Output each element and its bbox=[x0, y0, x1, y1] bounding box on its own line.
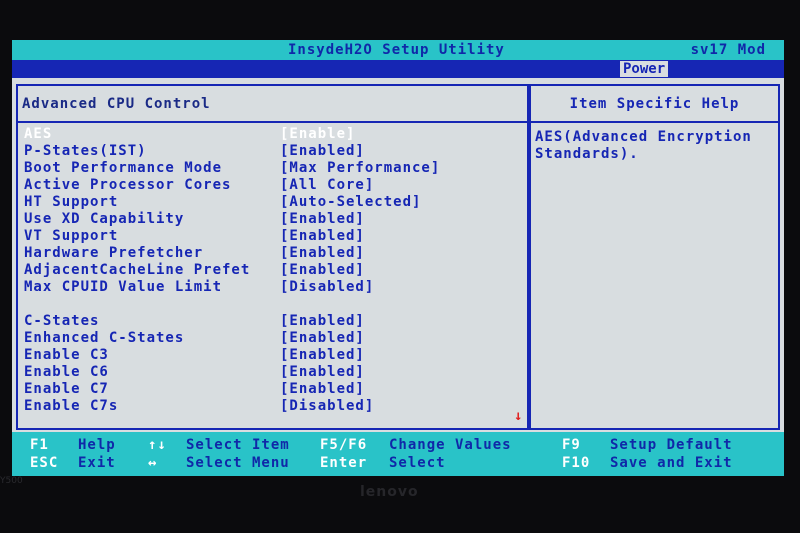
updown-desc: Select Item bbox=[186, 437, 290, 453]
scroll-down-icon: ↓ bbox=[514, 408, 523, 424]
setting-value[interactable]: [Disabled] bbox=[280, 398, 374, 414]
menu-bar: Power bbox=[12, 60, 784, 78]
setting-label: P-States(IST) bbox=[24, 143, 147, 159]
settings-pane: Advanced CPU Control AES [Enable] P-Stat… bbox=[16, 84, 529, 430]
setting-value[interactable]: [Disabled] bbox=[280, 279, 374, 295]
f9-key: F9 bbox=[562, 437, 581, 453]
leftright-desc: Select Menu bbox=[186, 455, 290, 471]
enter-key: Enter bbox=[320, 455, 368, 471]
setting-value[interactable]: [Max Performance] bbox=[280, 160, 440, 176]
help-title: Item Specific Help bbox=[569, 96, 740, 112]
utility-title: InsydeH2O Setup Utility bbox=[288, 42, 505, 58]
model-label: sv17 Mod bbox=[690, 42, 766, 58]
setting-label: VT Support bbox=[24, 228, 119, 244]
f5f6-key: F5/F6 bbox=[320, 437, 368, 453]
setting-label: Enhanced C-States bbox=[24, 330, 185, 346]
f10-desc: Save and Exit bbox=[610, 455, 733, 471]
title-bar: InsydeH2O Setup Utility sv17 Mod bbox=[12, 40, 784, 60]
bezel-corner-label: Y500 bbox=[0, 476, 23, 486]
setting-label: C-States bbox=[24, 313, 100, 329]
setting-value[interactable]: [Auto-Selected] bbox=[280, 194, 421, 210]
setting-value[interactable]: [Enabled] bbox=[280, 211, 365, 227]
setting-value[interactable]: [Enabled] bbox=[280, 228, 365, 244]
setting-value[interactable]: [Enable] bbox=[280, 126, 355, 142]
brand-logo: lenovo bbox=[360, 484, 419, 500]
help-divider bbox=[531, 121, 778, 123]
enter-desc: Select bbox=[389, 455, 446, 471]
setting-label: Active Processor Cores bbox=[24, 177, 232, 193]
setting-value[interactable]: [Enabled] bbox=[280, 262, 365, 278]
setting-value[interactable]: [Enabled] bbox=[280, 245, 365, 261]
setting-label: AES bbox=[24, 126, 53, 142]
setting-value[interactable]: [Enabled] bbox=[280, 347, 365, 363]
setting-value[interactable]: [Enabled] bbox=[280, 330, 365, 346]
setting-value[interactable]: [Enabled] bbox=[280, 381, 365, 397]
key-legend-bar: F1 Help ESC Exit ↑↓ Select Item ↔ Select… bbox=[12, 432, 784, 476]
bios-screen: InsydeH2O Setup Utility sv17 Mod Power A… bbox=[12, 40, 784, 476]
setting-label: Use XD Capability bbox=[24, 211, 185, 227]
tab-power[interactable]: Power bbox=[620, 61, 669, 77]
section-title: Advanced CPU Control bbox=[22, 96, 211, 112]
f1-desc: Help bbox=[78, 437, 116, 453]
up-down-arrow-icon: ↑↓ bbox=[148, 437, 167, 453]
setting-label: Boot Performance Mode bbox=[24, 160, 223, 176]
f5f6-desc: Change Values bbox=[389, 437, 512, 453]
setting-label: Enable C7 bbox=[24, 381, 109, 397]
setting-label: Enable C6 bbox=[24, 364, 109, 380]
esc-desc: Exit bbox=[78, 455, 116, 471]
setting-label: Hardware Prefetcher bbox=[24, 245, 204, 261]
help-pane: Item Specific Help AES(Advanced Encrypti… bbox=[529, 84, 780, 430]
setting-value[interactable]: [All Core] bbox=[280, 177, 374, 193]
setting-label: Enable C7s bbox=[24, 398, 119, 414]
f10-key: F10 bbox=[562, 455, 591, 471]
setting-label: Enable C3 bbox=[24, 347, 109, 363]
esc-key: ESC bbox=[30, 455, 59, 471]
f9-desc: Setup Default bbox=[610, 437, 733, 453]
setting-value[interactable]: [Enabled] bbox=[280, 364, 365, 380]
help-text: AES(Advanced Encryption Standards). bbox=[535, 129, 752, 162]
setting-label: Max CPUID Value Limit bbox=[24, 279, 223, 295]
f1-key: F1 bbox=[30, 437, 49, 453]
section-divider bbox=[18, 121, 527, 123]
setting-label: AdjacentCacheLine Prefet bbox=[24, 262, 251, 278]
left-right-arrow-icon: ↔ bbox=[148, 455, 158, 471]
setting-value[interactable]: [Enabled] bbox=[280, 313, 365, 329]
setting-value[interactable]: [Enabled] bbox=[280, 143, 365, 159]
setting-label: HT Support bbox=[24, 194, 119, 210]
